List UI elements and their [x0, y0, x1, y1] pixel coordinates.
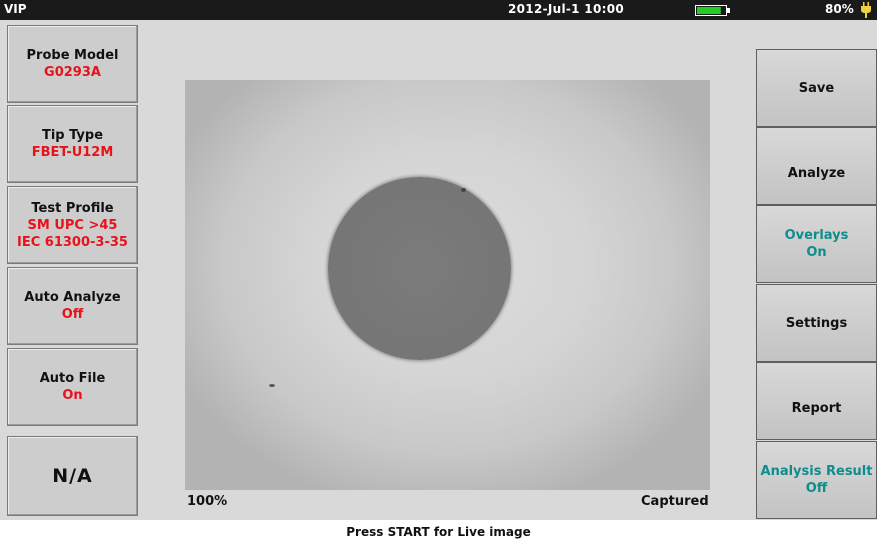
fiber-core — [328, 177, 511, 360]
settings-button[interactable]: Settings — [756, 284, 877, 362]
tip-type-value: FBET-U12M — [31, 145, 114, 160]
app-title: VIP — [4, 2, 27, 16]
battery-percent: 80% — [825, 2, 854, 16]
na-label: N/A — [52, 465, 93, 487]
report-label: Report — [791, 400, 842, 416]
footer-hint: Press START for Live image — [346, 525, 531, 539]
test-profile-button[interactable]: Test Profile SM UPC >45 IEC 61300-3-35 — [7, 186, 138, 264]
auto-file-button[interactable]: Auto File On — [7, 348, 138, 426]
defect-spot — [269, 384, 275, 387]
analyze-button[interactable]: Analyze — [756, 127, 877, 205]
tip-type-label: Tip Type — [41, 128, 104, 143]
overlays-value: On — [806, 245, 827, 260]
datetime: 2012-Jul-1 10:00 — [508, 2, 625, 16]
battery-icon — [695, 5, 730, 16]
overlays-button[interactable]: Overlays On — [756, 205, 877, 283]
status-bar: VIP 2012-Jul-1 10:00 80% — [0, 0, 877, 20]
defect-spot — [461, 188, 466, 192]
test-profile-value-line1: SM UPC >45 — [27, 217, 118, 233]
analysis-result-value: Off — [805, 481, 828, 496]
na-button[interactable]: N/A — [7, 436, 138, 516]
report-button[interactable]: Report — [756, 362, 877, 440]
auto-analyze-button[interactable]: Auto Analyze Off — [7, 267, 138, 345]
power-plug-icon — [861, 2, 871, 18]
save-button[interactable]: Save — [756, 49, 877, 127]
auto-analyze-label: Auto Analyze — [24, 290, 121, 305]
save-label: Save — [798, 80, 835, 96]
capture-status: Captured — [641, 494, 709, 509]
analysis-result-label: Analysis Result — [760, 464, 873, 479]
fiber-image-viewer — [185, 80, 710, 490]
auto-file-label: Auto File — [39, 371, 106, 386]
zoom-level: 100% — [187, 494, 228, 509]
probe-model-label: Probe Model — [26, 48, 119, 63]
analyze-label: Analyze — [787, 165, 846, 181]
auto-analyze-value: Off — [61, 307, 84, 322]
overlays-label: Overlays — [784, 228, 849, 243]
analysis-result-button[interactable]: Analysis Result Off — [756, 441, 877, 519]
test-profile-value-line2: IEC 61300-3-35 — [17, 234, 128, 250]
probe-model-value: G0293A — [44, 65, 101, 80]
tip-type-button[interactable]: Tip Type FBET-U12M — [7, 105, 138, 183]
settings-label: Settings — [785, 315, 848, 331]
test-profile-label: Test Profile — [31, 200, 114, 216]
auto-file-value: On — [62, 388, 83, 403]
probe-model-button[interactable]: Probe Model G0293A — [7, 25, 138, 103]
